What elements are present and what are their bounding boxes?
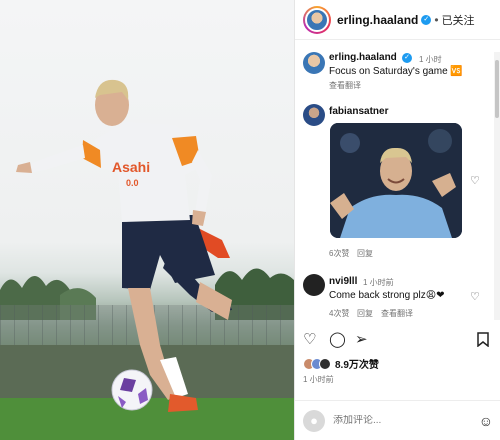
comment-username[interactable]: fabiansatner (329, 106, 388, 117)
comment-likes: 4次赞 (329, 309, 350, 318)
comment-translate-link[interactable]: 查看翻译 (381, 308, 413, 319)
verified-badge-icon: ✓ (421, 14, 432, 25)
post-actions: ♡ ◯ ➢ (303, 330, 493, 352)
post-header: erling.haaland ✓ • 已关注 (295, 0, 500, 40)
caption-time: 1 小时 (419, 55, 442, 64)
post-sidebar: erling.haaland ✓ • 已关注 erling.haaland ✓ … (294, 0, 500, 440)
posted-time: 1 小时前 (303, 375, 334, 384)
add-comment-input[interactable] (333, 415, 463, 426)
comment-icon[interactable]: ◯ (329, 330, 346, 348)
heart-icon[interactable]: ♡ (470, 174, 480, 187)
add-comment-bar: ● ☺ (295, 400, 500, 440)
like-heart-icon[interactable]: ♡ (303, 330, 316, 348)
share-icon[interactable]: ➢ (355, 330, 368, 348)
separator-dot: • (434, 12, 439, 27)
author-avatar[interactable] (303, 52, 325, 74)
comment-username[interactable]: nvi9lll (329, 276, 357, 287)
profile-avatar-ring[interactable] (303, 5, 331, 34)
caption-text: Focus on Saturday's game 🆚 (329, 66, 463, 77)
emoji-icon[interactable]: ☺ (479, 413, 493, 429)
comment-text: Come back strong plz😩❤ (329, 290, 445, 301)
svg-text:Asahi: Asahi (112, 159, 150, 175)
verified-badge-icon: ✓ (402, 53, 412, 63)
header-username[interactable]: erling.haaland (337, 13, 418, 27)
football[interactable] (110, 368, 154, 412)
follow-status-button[interactable]: 已关注 (442, 12, 475, 28)
likes-count[interactable]: 8.9万次赞 (335, 356, 379, 371)
comment-image[interactable] (330, 123, 462, 238)
caption-username[interactable]: erling.haaland (329, 52, 397, 63)
svg-text:0.0: 0.0 (126, 178, 139, 188)
likes-row: 8.9万次赞 (303, 356, 379, 371)
comment-reply-button[interactable]: 回复 (357, 248, 373, 259)
commenter-avatar[interactable] (303, 104, 325, 126)
comment-time: 1 小时前 (363, 278, 394, 287)
heart-icon[interactable]: ♡ (470, 290, 480, 303)
commenter-avatar[interactable] (303, 274, 325, 296)
bookmark-icon[interactable] (477, 332, 489, 347)
avatar[interactable] (305, 7, 329, 32)
liker-avatar[interactable] (319, 357, 331, 370)
comments-scrollbar[interactable] (494, 52, 500, 320)
comment-likes: 6次赞 (329, 249, 350, 258)
post-photo[interactable]: Asahi 0.0 (0, 0, 294, 440)
scrollbar-thumb[interactable] (495, 60, 499, 118)
caption-translate-link[interactable]: 查看翻译 (329, 80, 361, 91)
comment-image-figure (330, 123, 462, 238)
current-user-avatar: ● (303, 409, 325, 432)
comment-reply-button[interactable]: 回复 (357, 308, 373, 319)
